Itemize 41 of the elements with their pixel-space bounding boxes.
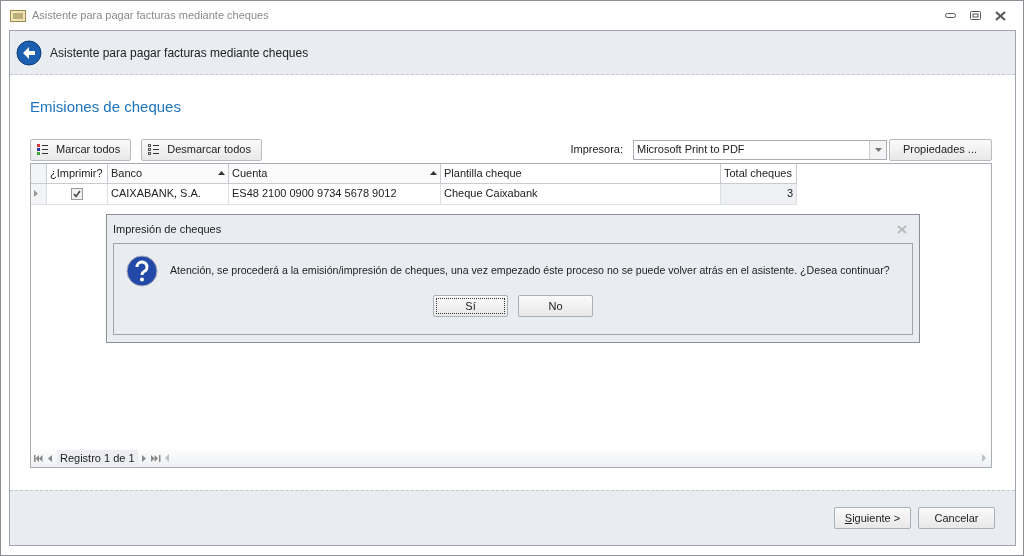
next-button[interactable]: Siguiente > <box>834 507 911 529</box>
checklist-icon <box>37 144 48 155</box>
table-cell: ES48 2100 0900 9734 5678 9012 <box>229 183 441 205</box>
previous-icon[interactable] <box>48 454 53 462</box>
window-title: Asistente para pagar facturas mediante cheques <box>32 8 269 24</box>
first-icon[interactable] <box>34 454 44 462</box>
table-cell: 3 <box>721 183 797 205</box>
record-counter: Registro 1 de 1 <box>57 449 138 467</box>
print-checkbox[interactable] <box>71 187 83 200</box>
printer-label: Impresora: <box>570 142 623 158</box>
sort-ascending-icon <box>218 171 225 175</box>
minimize-icon[interactable] <box>945 12 956 19</box>
column-header[interactable]: Banco <box>108 163 229 184</box>
last-icon[interactable] <box>150 454 161 462</box>
dialog-message: Atención, se procederá a la emisión/impresión de cheques, una vez empezado éste proceso no se puede volver atrás en el asistente. ¿Desea continuar? <box>170 263 890 279</box>
section-title: Emisiones de cheques <box>30 97 182 117</box>
form-icon <box>10 9 26 22</box>
question-icon <box>126 255 158 287</box>
dropdown-arrow-icon <box>874 147 882 152</box>
maximize-icon[interactable] <box>970 11 981 20</box>
yes-button[interactable]: Sí <box>433 295 508 317</box>
column-header[interactable]: Cuenta <box>229 163 441 184</box>
table-cell: CAIXABANK, S.A. <box>108 183 229 205</box>
column-header[interactable]: Plantilla cheque <box>441 163 721 184</box>
sort-ascending-icon <box>430 171 437 175</box>
column-header[interactable]: Total cheques <box>721 163 797 184</box>
close-icon[interactable] <box>995 10 1006 21</box>
next-icon[interactable] <box>141 454 147 462</box>
table-cell: Cheque Caixabank <box>441 183 721 205</box>
scroll-left-icon[interactable] <box>164 454 170 462</box>
printer-dropdown[interactable]: Microsoft Print to PDF <box>633 139 887 160</box>
wizard-title: Asistente para pagar facturas mediante cheques <box>50 44 309 62</box>
dialog-title: Impresión de cheques <box>113 221 222 237</box>
scroll-right-icon[interactable] <box>982 454 987 462</box>
mark-all-button[interactable]: Marcar todos <box>30 138 132 161</box>
no-button[interactable]: No <box>518 295 593 317</box>
properties-button[interactable]: Propiedades ... <box>889 138 992 161</box>
back-icon[interactable] <box>16 39 42 66</box>
list-icon <box>148 144 160 155</box>
unmark-all-button[interactable]: Desmarcar todos <box>141 138 262 161</box>
cancel-button[interactable]: Cancelar <box>918 507 995 529</box>
